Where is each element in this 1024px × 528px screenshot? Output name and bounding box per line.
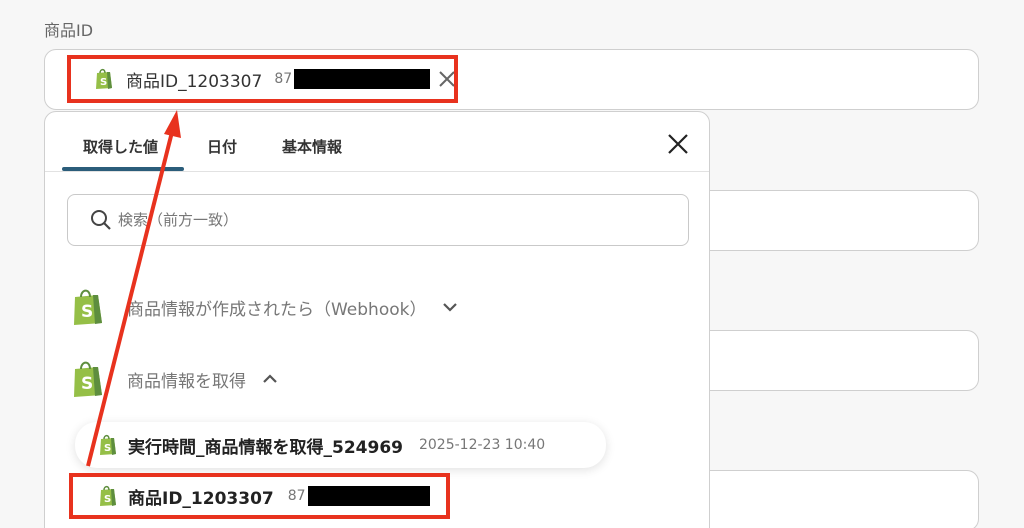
svg-text:S: S (104, 443, 111, 454)
field-label: 商品ID (44, 21, 94, 40)
shopify-bag-icon: S (100, 485, 116, 506)
tab-date[interactable]: 日付 (207, 136, 237, 157)
shopify-bag-icon: S (74, 289, 102, 325)
tab-basic-info[interactable]: 基本情報 (282, 136, 342, 157)
list-item-execution-time[interactable]: S 実行時間_商品情報を取得_524969 2025-12-23 10:40 (75, 422, 606, 468)
group-get-product[interactable]: S 商品情報を取得 (71, 360, 278, 398)
search-icon (91, 210, 111, 230)
chip-value: 87 (274, 71, 293, 87)
search-input[interactable] (118, 211, 618, 229)
background-field[interactable] (700, 330, 979, 391)
list-item-product-id[interactable]: S 商品ID_1203307 87 (72, 474, 430, 518)
selected-value-chip[interactable]: S 商品ID_1203307 87 (70, 58, 469, 100)
chevron-down-icon[interactable] (442, 301, 458, 313)
panel-tabs: 取得した値 日付 基本情報 (45, 112, 709, 172)
shopify-bag-icon: S (100, 434, 116, 455)
chip-value: 2025-12-23 10:40 (418, 437, 546, 453)
chip-name: 商品ID_1203307 (128, 488, 274, 509)
chip-name: 商品ID_1203307 (126, 71, 263, 92)
svg-text:S: S (100, 77, 107, 88)
background-field[interactable] (700, 470, 979, 528)
redacted-value (294, 69, 431, 89)
shopify-bag-icon: S (96, 68, 112, 89)
chip-name: 実行時間_商品情報を取得_524969 (128, 437, 403, 458)
redacted-value (307, 486, 430, 506)
close-icon[interactable] (667, 133, 689, 155)
shopify-bag-icon: S (74, 361, 102, 397)
svg-text:S: S (81, 374, 93, 394)
svg-text:S: S (104, 494, 111, 505)
group-webhook[interactable]: S 商品情報が作成されたら（Webhook） (71, 288, 458, 326)
active-tab-indicator (62, 167, 184, 171)
background-field[interactable] (700, 190, 979, 251)
group-label: 商品情報を取得 (127, 371, 246, 392)
tab-acquired-values[interactable]: 取得した値 (83, 136, 158, 157)
group-label: 商品情報が作成されたら（Webhook） (127, 299, 427, 320)
svg-text:S: S (81, 302, 93, 322)
chevron-up-icon[interactable] (262, 373, 278, 385)
remove-chip-icon[interactable] (436, 68, 458, 90)
chip-value: 87 (287, 488, 306, 504)
search-box[interactable] (67, 194, 689, 246)
